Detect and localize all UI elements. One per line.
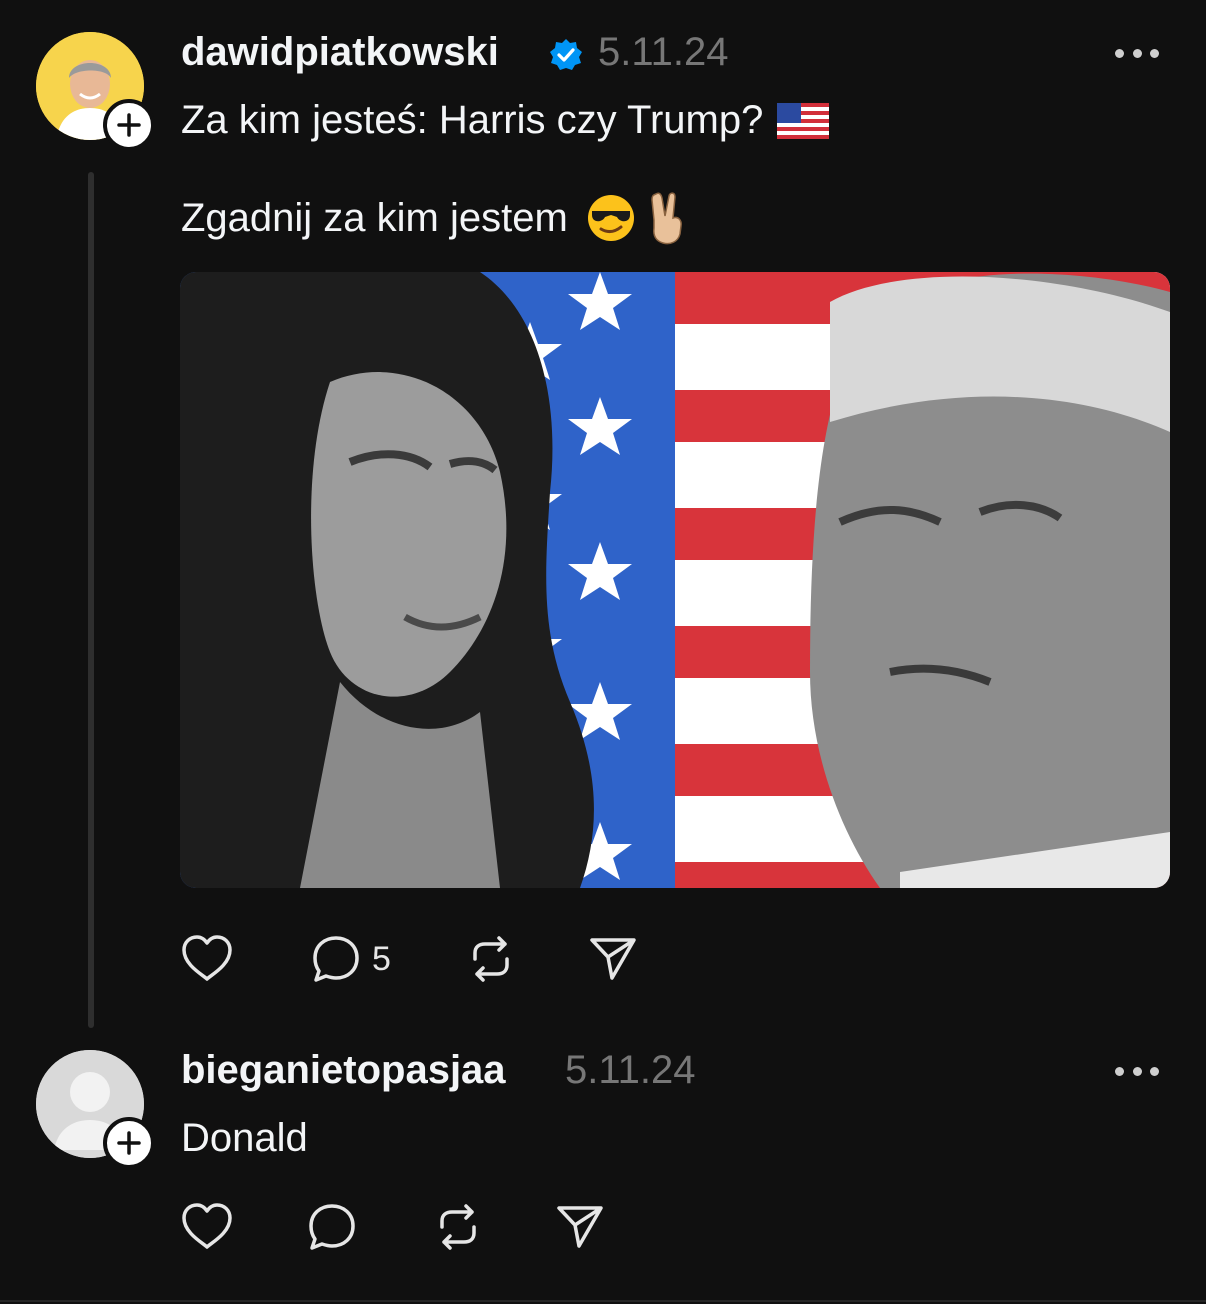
dot-icon: [1150, 1066, 1159, 1076]
post-text-line1: Za kim jesteś: Harris czy Trump?: [181, 98, 830, 143]
dot-icon: [1115, 1066, 1124, 1076]
share-button[interactable]: [587, 933, 639, 985]
dot-icon: [1132, 48, 1142, 58]
post-text: Za kim jesteś: Harris czy Trump?: [181, 98, 764, 142]
more-options-button[interactable]: [1115, 1064, 1159, 1078]
comment-button[interactable]: [306, 1201, 358, 1253]
comment-button[interactable]: 5: [310, 933, 391, 985]
heart-icon: [182, 935, 232, 981]
us-flag-icon: [777, 102, 830, 139]
comment-count: 5: [372, 939, 391, 978]
plus-icon: [117, 1131, 141, 1155]
victory-hand-icon: [651, 192, 682, 245]
heart-icon: [182, 1203, 232, 1249]
bottom-divider: [0, 1300, 1206, 1302]
reply-username[interactable]: bieganietopasjaa: [181, 1048, 506, 1093]
send-icon: [557, 1206, 603, 1248]
dot-icon: [1150, 48, 1159, 58]
reply-text: Donald: [181, 1116, 308, 1160]
post-username[interactable]: dawidpiatkowski: [181, 30, 499, 75]
like-button[interactable]: [180, 1201, 234, 1253]
comment-icon: [309, 1204, 355, 1250]
plus-icon: [117, 113, 141, 137]
reply-date: 5.11.24: [565, 1048, 696, 1092]
repost-icon: [473, 936, 509, 982]
reply-actions: [180, 1198, 606, 1256]
dot-icon: [1132, 1066, 1142, 1076]
sunglasses-emoji-icon: [587, 195, 634, 241]
post-image[interactable]: [180, 272, 1170, 888]
reply-post: bieganietopasjaa 5.11.24 Donald: [0, 1040, 1206, 1304]
comment-icon: [313, 936, 359, 982]
like-button[interactable]: [180, 933, 234, 985]
post-actions: 5: [180, 930, 639, 988]
dot-icon: [1115, 48, 1124, 58]
repost-button[interactable]: [465, 933, 517, 985]
send-icon: [590, 938, 636, 980]
repost-button[interactable]: [432, 1201, 484, 1253]
more-options-button[interactable]: [1115, 46, 1159, 60]
harris-trump-flag-image: [180, 272, 1170, 888]
post-text-line2: Zgadnij za kim jestem: [181, 190, 688, 246]
share-button[interactable]: [554, 1201, 606, 1253]
follow-button[interactable]: [103, 99, 155, 151]
follow-button[interactable]: [103, 1117, 155, 1169]
verified-badge-icon: [550, 39, 582, 70]
main-post: dawidpiatkowski 5.11.24 Za kim jesteś: H…: [0, 0, 1206, 1040]
post-date: 5.11.24: [598, 30, 729, 74]
post-text: Zgadnij za kim jestem: [181, 195, 568, 240]
repost-icon: [440, 1204, 476, 1250]
